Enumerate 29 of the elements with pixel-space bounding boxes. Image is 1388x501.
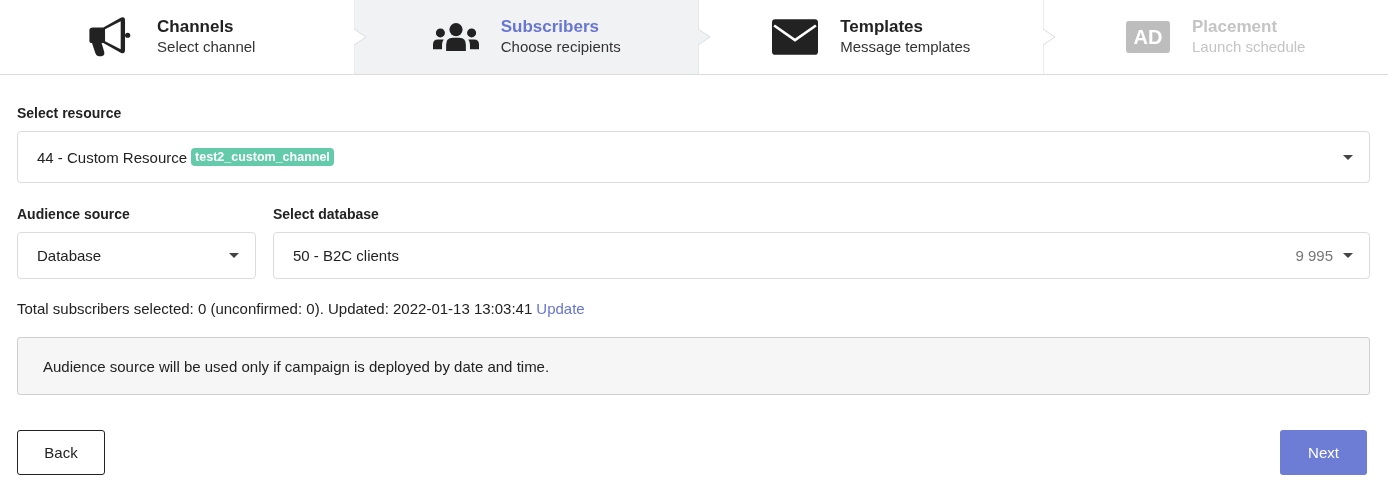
- step-title: Placement: [1192, 17, 1279, 37]
- field-label: Select resource: [17, 105, 123, 121]
- source-select[interactable]: Database: [17, 232, 256, 279]
- caret-icon: [229, 253, 239, 258]
- envelope-icon: [772, 17, 819, 57]
- info-notice: Audience source will be used only if campaign is deployed by date and time.: [17, 337, 1370, 395]
- field-label: Audience source: [17, 206, 131, 222]
- select-value: Database: [37, 247, 102, 264]
- back-button[interactable]: Back: [17, 430, 105, 475]
- update-link[interactable]: Update: [536, 300, 585, 317]
- resource-select[interactable]: 44 - Custom Resource test2_custom_channel: [17, 131, 1370, 183]
- caret-icon: [1343, 154, 1353, 160]
- caret-icon: [1343, 253, 1353, 258]
- step-subtitle: Message templates: [840, 37, 971, 57]
- next-button[interactable]: Next: [1280, 430, 1367, 475]
- client-list-select[interactable]: 50 - B2C clients 9 995: [273, 232, 1370, 279]
- select-value: 44 - Custom Resource: [37, 148, 188, 166]
- subscriber-count: 9 995: [1295, 247, 1333, 264]
- channel-tag: test2_custom_channel: [191, 148, 334, 166]
- ad-icon: AD: [1126, 21, 1171, 53]
- step-subtitle: Choose recipients: [500, 37, 621, 57]
- summary-text: Total subscribers selected: 0 (unconfirmed: 0). Updated: 2022-01-13 13:03:41: [17, 300, 533, 317]
- step-title: Channels: [157, 17, 235, 37]
- step-subtitle: Launch schedule: [1192, 37, 1306, 57]
- step-title: Subscribers: [500, 17, 600, 37]
- step-title: Templates: [840, 17, 925, 37]
- select-value: 50 - B2C clients: [293, 247, 399, 264]
- step-subtitle: Select channel: [157, 37, 256, 57]
- field-label: Select database: [273, 206, 380, 222]
